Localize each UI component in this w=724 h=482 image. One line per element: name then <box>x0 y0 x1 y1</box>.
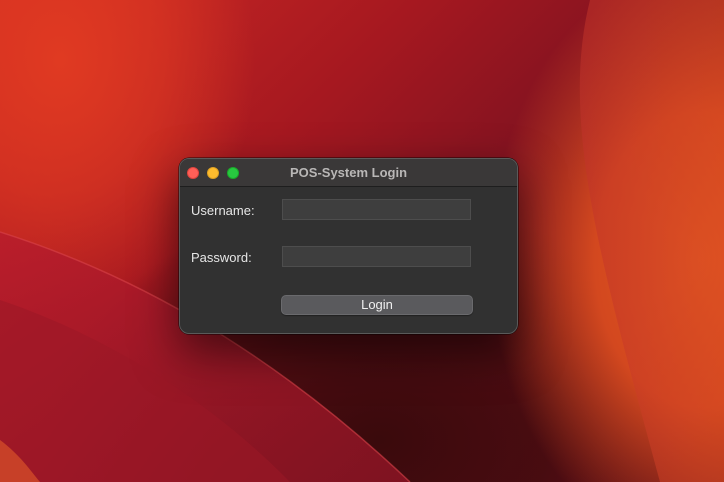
window-titlebar[interactable]: POS-System Login <box>180 159 517 187</box>
username-label: Username: <box>191 203 255 218</box>
window-title: POS-System Login <box>289 165 408 180</box>
password-field[interactable] <box>282 246 471 267</box>
username-field[interactable] <box>282 199 471 220</box>
login-window: POS-System Login Username: Password: Log… <box>179 158 518 334</box>
password-label: Password: <box>191 250 252 265</box>
login-button[interactable]: Login <box>281 295 473 315</box>
